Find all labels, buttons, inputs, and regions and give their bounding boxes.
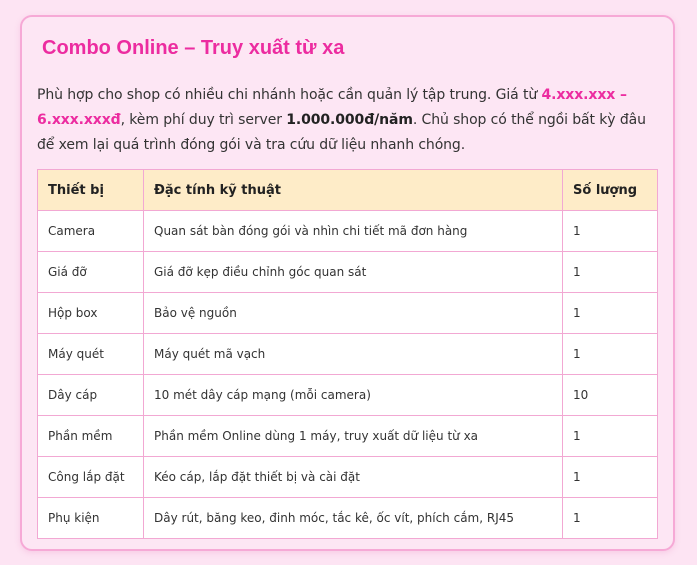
- quantity-cell: 1: [562, 292, 658, 334]
- device-cell: Phụ kiện: [37, 497, 144, 539]
- quantity-cell: 1: [562, 456, 658, 498]
- quantity-cell: 10: [562, 374, 658, 416]
- device-cell: Giá đỡ: [37, 251, 144, 293]
- table-row: Camera Quan sát bàn đóng gói và nhìn chi…: [37, 210, 658, 252]
- device-cell: Công lắp đặt: [37, 456, 144, 498]
- quantity-cell: 1: [562, 210, 658, 252]
- table-row: Phần mềm Phần mềm Online dùng 1 máy, tru…: [37, 415, 658, 457]
- spec-cell: Giá đỡ kẹp điều chỉnh góc quan sát: [143, 251, 563, 293]
- device-cell: Hộp box: [37, 292, 144, 334]
- table-header-row: Thiết bị Đặc tính kỹ thuật Số lượng: [37, 169, 658, 211]
- table-row: Công lắp đặt Kéo cáp, lắp đặt thiết bị v…: [37, 456, 658, 498]
- quantity-cell: 1: [562, 251, 658, 293]
- header-device: Thiết bị: [37, 169, 144, 211]
- quantity-cell: 1: [562, 333, 658, 375]
- server-fee: 1.000.000đ/năm: [286, 112, 413, 128]
- device-cell: Camera: [37, 210, 144, 252]
- device-cell: Phần mềm: [37, 415, 144, 457]
- spec-cell: Phần mềm Online dùng 1 máy, truy xuất dữ…: [143, 415, 563, 457]
- header-quantity: Số lượng: [562, 169, 658, 211]
- description-text-1: Phù hợp cho shop có nhiều chi nhánh hoặc…: [37, 87, 542, 103]
- header-spec: Đặc tính kỹ thuật: [143, 169, 563, 211]
- table-row: Giá đỡ Giá đỡ kẹp điều chỉnh góc quan sá…: [37, 251, 658, 293]
- spec-cell: Dây rút, băng keo, đinh móc, tắc kê, ốc …: [143, 497, 563, 539]
- table-row: Hộp box Bảo vệ nguồn 1: [37, 292, 658, 334]
- quantity-cell: 1: [562, 415, 658, 457]
- table-row: Phụ kiện Dây rút, băng keo, đinh móc, tắ…: [37, 497, 658, 539]
- table-row: Máy quét Máy quét mã vạch 1: [37, 333, 658, 375]
- spec-cell: Bảo vệ nguồn: [143, 292, 563, 334]
- spec-cell: 10 mét dây cáp mạng (mỗi camera): [143, 374, 563, 416]
- device-cell: Máy quét: [37, 333, 144, 375]
- section-description: Phù hợp cho shop có nhiều chi nhánh hoặc…: [37, 83, 661, 158]
- spec-cell: Kéo cáp, lắp đặt thiết bị và cài đặt: [143, 456, 563, 498]
- equipment-table: Thiết bị Đặc tính kỹ thuật Số lượng Came…: [37, 169, 658, 539]
- table-row: Dây cáp 10 mét dây cáp mạng (mỗi camera)…: [37, 374, 658, 416]
- section-title: Combo Online – Truy xuất từ xa: [42, 37, 345, 59]
- quantity-cell: 1: [562, 497, 658, 539]
- spec-cell: Quan sát bàn đóng gói và nhìn chi tiết m…: [143, 210, 563, 252]
- description-text-2: , kèm phí duy trì server: [120, 112, 287, 128]
- combo-online-card: Combo Online – Truy xuất từ xa Phù hợp c…: [20, 15, 675, 551]
- spec-cell: Máy quét mã vạch: [143, 333, 563, 375]
- device-cell: Dây cáp: [37, 374, 144, 416]
